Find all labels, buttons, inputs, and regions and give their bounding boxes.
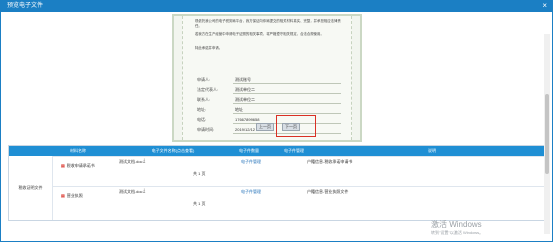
pdf-icon: ▤ [61,193,65,198]
field-contact: 联系人: 测试单位二 [197,96,347,104]
pdf-icon: ▤ [61,163,65,168]
field-label: 电话: [197,117,207,122]
download-icon[interactable]: ⤓ [143,158,145,164]
row-note: 户籍信息-营业执照文件 [307,189,349,194]
certificate-paragraph: 现依托我公司的电子税务局平台，我方保证向你局提交的相关材料真实、完整，并承担相应… [195,19,341,28]
column-header: 电子件数量 [239,148,259,153]
table-row: ▤ 税收申请承诺书 测试文档.doc ⤓ 共 1 页 电子件管理 户籍信息-税收承… [53,156,547,186]
dialog-title: 预览电子文件 [7,3,44,9]
table-header: 材料名称 电子文件名称(点击查看) 电子件数量 电子件管理 说明 [9,146,547,156]
material-name: ▤ 税收申请承诺书 [61,163,95,169]
field-legal-rep: 法定代表人: 测试单位二 [197,86,347,94]
group-label: 税收证明文件 [9,156,53,220]
material-name-text: 税收申请承诺书 [66,163,95,168]
file-link[interactable]: 测试文档.doc [119,159,143,165]
field-label: 申请人: [197,77,211,82]
certificate-paragraph: 若我方在生产经营中申请电子证照的相关事项，将严格遵守相关规定，合法合规使用。 [195,32,324,36]
column-header: 材料名称 [70,148,86,153]
field-label: 申请时间: [197,127,215,132]
page-count: 共 1 页 [193,171,206,176]
column-header: 电子件管理 [284,148,304,153]
dialog-titlebar: 预览电子文件 × [1,1,552,12]
field-address: 地址: 地址 [197,106,347,114]
field-label: 地址: [197,107,207,112]
activation-watermark-title: 激活 Windows [431,220,482,229]
page-count: 共 1 页 [193,201,206,206]
field-label: 法定代表人: [197,87,219,92]
download-icon[interactable]: ⤓ [143,188,145,194]
row-note: 户籍信息-税收承诺申请书 [307,159,353,164]
certificate-sheet: 现依托我公司的电子税务局平台，我方保证向你局提交的相关材料真实、完整，并承担相应… [182,16,352,140]
activation-watermark-subtitle: 转到"设置"以激活 Windows。 [431,230,484,235]
file-link[interactable]: 测试文档.doc [119,189,143,195]
close-icon[interactable]: × [542,1,547,11]
field-value: 测试账号 [233,76,341,84]
field-applicant: 申请人: 测试账号 [197,76,347,84]
materials-table: 材料名称 电子文件名称(点击查看) 电子件数量 电子件管理 说明 税收证明文件 … [8,145,548,221]
certificate-paragraph: 特此承诺并申请。 [195,46,223,50]
table-row: ▤ 营业执照 测试文档.doc ⤓ 共 1 页 电子件管理 户籍信息-营业执照文件 [53,186,547,216]
vertical-scrollbar[interactable] [544,34,550,234]
manage-link[interactable]: 电子件管理 [241,159,261,165]
field-value: 地址 [233,106,341,114]
field-label: 联系人: [197,97,211,102]
column-header: 电子文件名称(点击查看) [151,148,195,153]
material-name-text: 营业执照 [66,193,83,198]
prev-page-button[interactable]: 上一页 [256,123,274,131]
field-value: 测试单位二 [233,86,341,94]
scrollbar-thumb[interactable] [545,94,549,174]
dialog-body: 现依托我公司的电子税务局平台，我方保证向你局提交的相关材料真实、完整，并承担相应… [4,14,550,241]
column-header: 说明 [428,148,436,153]
manage-link[interactable]: 电子件管理 [241,189,261,195]
preview-dialog: 预览电子文件 × 现依托我公司的电子税务局平台，我方保证向你局提交的相关材料真实… [0,0,553,242]
field-value: 测试单位二 [233,96,341,104]
material-name: ▤ 营业执照 [61,193,83,199]
highlight-box [276,115,316,137]
